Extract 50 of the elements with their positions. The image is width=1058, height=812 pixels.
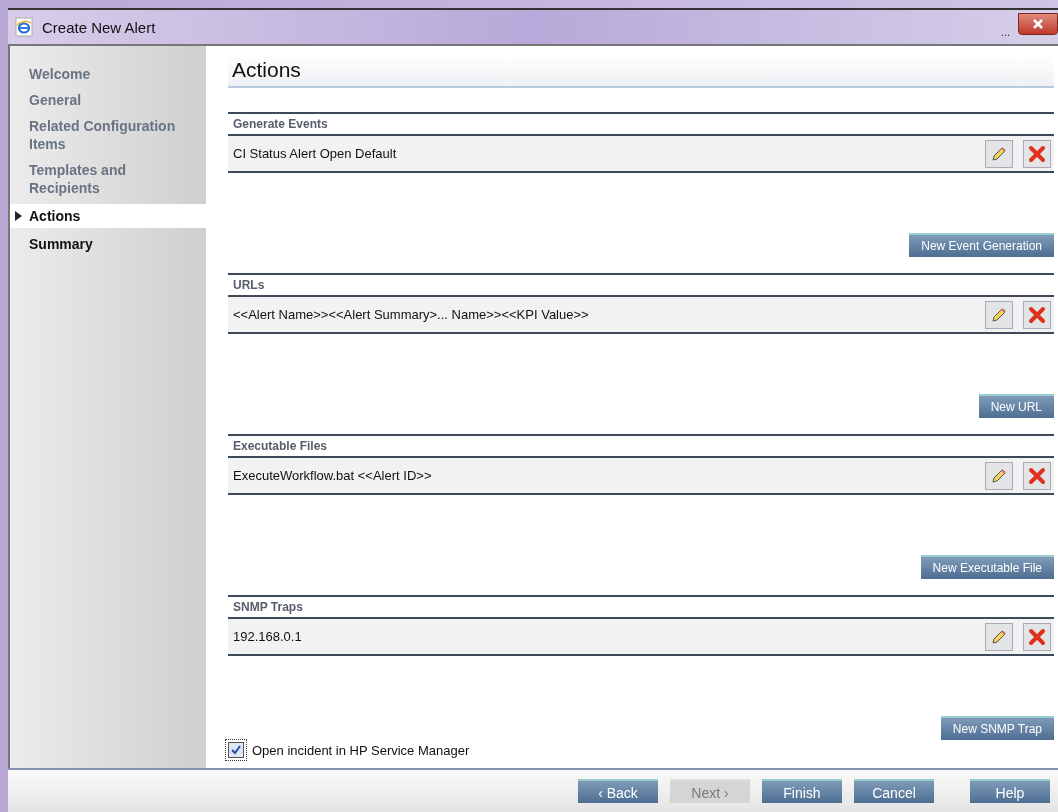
pencil-icon	[990, 144, 1008, 163]
sidebar-item[interactable]: Actions	[10, 204, 206, 228]
checkbox-label: Open incident in HP Service Manager	[252, 742, 470, 758]
row-text: 192.168.0.1	[233, 629, 303, 644]
footer-button[interactable]: Cancel	[854, 779, 934, 803]
close-icon	[1032, 18, 1044, 30]
sidebar-item[interactable]: Welcome	[10, 64, 206, 90]
incident-checkbox[interactable]	[228, 742, 244, 758]
pencil-icon	[990, 466, 1008, 485]
add-button[interactable]: New SNMP Trap	[940, 716, 1054, 740]
footer-button[interactable]: ‹ Back	[578, 779, 658, 803]
section-title: URLs	[228, 273, 1054, 297]
list-row[interactable]: 192.168.0.1	[228, 619, 1054, 656]
edit-button[interactable]	[985, 461, 1013, 490]
edit-button[interactable]	[985, 139, 1013, 168]
add-button[interactable]: New URL	[978, 394, 1054, 418]
sidebar-item[interactable]: Related Configuration Items	[10, 116, 206, 160]
section-title: Executable Files	[228, 434, 1054, 458]
edit-button[interactable]	[985, 300, 1013, 329]
pencil-icon	[990, 305, 1008, 324]
row-text: <<Alert Name>><<Alert Summary>... Name>><<KPI Value>>	[233, 307, 590, 322]
list-row[interactable]: <<Alert Name>><<Alert Summary>... Name>><<KPI Value>>	[228, 297, 1054, 334]
delete-button[interactable]	[1023, 622, 1051, 651]
row-text: CI Status Alert Open Default	[233, 146, 398, 161]
row-text: ExecuteWorkflow.bat <<Alert ID>>	[233, 468, 433, 483]
delete-button[interactable]	[1023, 461, 1051, 490]
window-title: Create New Alert	[42, 18, 156, 36]
delete-icon	[1028, 144, 1046, 163]
current-step-arrow-icon	[15, 211, 22, 221]
delete-button[interactable]	[1023, 300, 1051, 329]
delete-icon	[1028, 466, 1046, 485]
browser-logo-icon	[14, 17, 34, 37]
footer-button[interactable]: Finish	[762, 779, 842, 803]
pencil-icon	[990, 627, 1008, 646]
edit-button[interactable]	[985, 622, 1013, 651]
delete-icon	[1028, 305, 1046, 324]
section-title: Generate Events	[228, 112, 1054, 136]
delete-icon	[1028, 627, 1046, 646]
title-overflow: ...	[1000, 26, 1010, 40]
add-button[interactable]: New Event Generation	[909, 233, 1054, 257]
list-row[interactable]: ExecuteWorkflow.bat <<Alert ID>>	[228, 458, 1054, 495]
section-title: SNMP Traps	[228, 595, 1054, 619]
list-row[interactable]: CI Status Alert Open Default	[228, 136, 1054, 173]
sidebar-item[interactable]: General	[10, 90, 206, 116]
footer-button[interactable]: Help	[970, 779, 1050, 803]
close-button[interactable]	[1018, 13, 1058, 35]
sidebar-item[interactable]: Summary	[10, 234, 206, 260]
add-button[interactable]: New Executable File	[920, 555, 1054, 579]
sidebar-item[interactable]: Templates and Recipients	[10, 160, 206, 204]
delete-button[interactable]	[1023, 139, 1051, 168]
